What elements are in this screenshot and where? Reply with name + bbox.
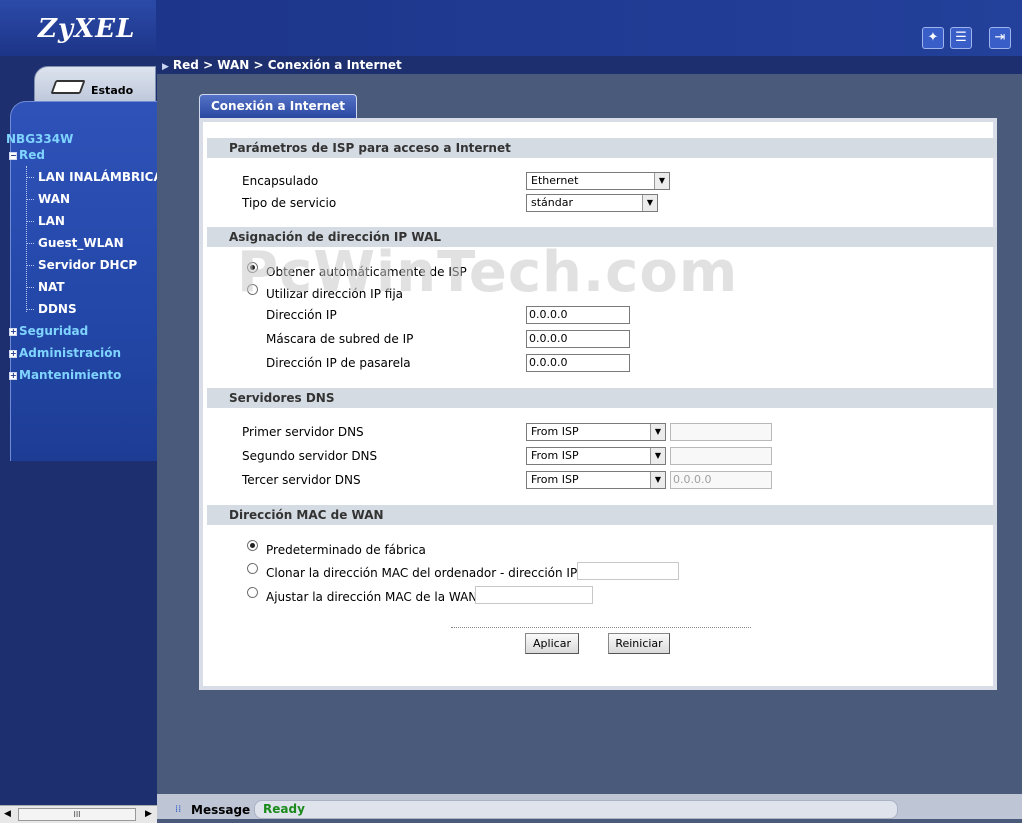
encap-value: Ethernet bbox=[531, 174, 579, 187]
top-toolbar-right: ⇥ bbox=[989, 27, 1011, 49]
status-tab-label: Estado bbox=[91, 84, 134, 97]
encap-label: Encapsulado bbox=[242, 174, 319, 188]
tree-branch bbox=[26, 265, 34, 266]
auto-ip-label: Obtener automáticamente de ISP bbox=[266, 265, 467, 279]
logout-icon[interactable]: ⇥ bbox=[989, 27, 1011, 49]
secondary-dns-select[interactable]: From ISP ▼ bbox=[526, 447, 666, 465]
sidebar-item-wan[interactable]: WAN bbox=[38, 192, 70, 206]
gateway-label: Dirección IP de pasarela bbox=[266, 356, 411, 370]
scroll-left-icon[interactable]: ◀ bbox=[4, 809, 11, 819]
mac-clone-ip-input[interactable] bbox=[577, 562, 679, 580]
mac-set-input[interactable] bbox=[475, 586, 593, 604]
message-field: Ready bbox=[254, 800, 898, 819]
tertiary-dns-mode: From ISP bbox=[531, 473, 579, 486]
notes-icon[interactable]: ☰ bbox=[950, 27, 972, 49]
primary-dns-mode: From ISP bbox=[531, 425, 579, 438]
tab-conexion-internet[interactable]: Conexión a Internet bbox=[199, 94, 357, 118]
mac-default-radio[interactable] bbox=[247, 540, 258, 551]
mac-clone-label: Clonar la dirección MAC del ordenador - … bbox=[266, 566, 578, 580]
secondary-dns-input[interactable] bbox=[670, 447, 772, 465]
secondary-dns-mode: From ISP bbox=[531, 449, 579, 462]
gateway-input[interactable]: 0.0.0.0 bbox=[526, 354, 630, 372]
chevron-down-icon: ▼ bbox=[650, 448, 665, 464]
mac-clone-radio[interactable] bbox=[247, 563, 258, 574]
sidebar-item-guest-wlan[interactable]: Guest_WLAN bbox=[38, 236, 124, 250]
tertiary-dns-select[interactable]: From ISP ▼ bbox=[526, 471, 666, 489]
tree-branch bbox=[26, 309, 34, 310]
service-label: Tipo de servicio bbox=[242, 196, 337, 210]
expand-icon[interactable]: + bbox=[9, 350, 17, 358]
auto-ip-radio[interactable] bbox=[247, 262, 258, 273]
divider bbox=[451, 627, 751, 628]
chevron-down-icon: ▼ bbox=[650, 472, 665, 488]
sidebar-item-dhcp[interactable]: Servidor DHCP bbox=[38, 258, 137, 272]
subnet-mask-label: Máscara de subred de IP bbox=[266, 332, 414, 346]
tree-line bbox=[26, 166, 27, 312]
tree-branch bbox=[26, 221, 34, 222]
message-status: Ready bbox=[263, 802, 305, 816]
section-dns: Servidores DNS bbox=[207, 388, 997, 408]
secondary-dns-label: Segundo servidor DNS bbox=[242, 449, 378, 463]
primary-dns-input[interactable] bbox=[670, 423, 772, 441]
subnet-mask-input[interactable]: 0.0.0.0 bbox=[526, 330, 630, 348]
tertiary-dns-input[interactable]: 0.0.0.0 bbox=[670, 471, 772, 489]
reset-button[interactable]: Reiniciar bbox=[608, 633, 670, 654]
chevron-down-icon: ▼ bbox=[650, 424, 665, 440]
scroll-right-icon[interactable]: ▶ bbox=[145, 809, 152, 819]
fixed-ip-label: Utilizar dirección IP fija bbox=[266, 287, 404, 301]
tree-branch bbox=[26, 177, 34, 178]
primary-dns-select[interactable]: From ISP ▼ bbox=[526, 423, 666, 441]
section-isp: Parámetros de ISP para acceso a Internet bbox=[207, 138, 997, 158]
service-value: stándar bbox=[531, 196, 574, 209]
sidebar-item-lan-inalambrica[interactable]: LAN INALÁMBRICA bbox=[38, 170, 157, 184]
apply-button[interactable]: Aplicar bbox=[525, 633, 579, 654]
message-bar: ⁞⁞ Message Ready bbox=[157, 790, 1022, 823]
breadcrumb-arrow-icon: ▶ bbox=[162, 62, 169, 72]
encap-select[interactable]: Ethernet ▼ bbox=[526, 172, 670, 190]
mac-set-label: Ajustar la dirección MAC de la WAN bbox=[266, 590, 478, 604]
chevron-down-icon: ▼ bbox=[642, 195, 657, 211]
mac-default-label: Predeterminado de fábrica bbox=[266, 543, 426, 557]
device-name: NBG334W bbox=[6, 132, 74, 146]
sidebar-item-administracion[interactable]: + Administración bbox=[9, 346, 121, 360]
tree-branch bbox=[26, 199, 34, 200]
tertiary-dns-label: Tercer servidor DNS bbox=[242, 473, 361, 487]
ip-address-input[interactable]: 0.0.0.0 bbox=[526, 306, 630, 324]
sidebar: Estado NBG334W − Red LAN INALÁMBRICA WAN … bbox=[0, 56, 157, 805]
top-banner: ZyXEL ✦ ☰ ⇥ bbox=[0, 0, 1022, 56]
mac-set-radio[interactable] bbox=[247, 587, 258, 598]
chevron-down-icon: ▼ bbox=[654, 173, 669, 189]
zyxel-logo: ZyXEL bbox=[38, 14, 136, 44]
primary-dns-label: Primer servidor DNS bbox=[242, 425, 364, 439]
router-icon bbox=[50, 80, 86, 94]
sidebar-item-nat[interactable]: NAT bbox=[38, 280, 65, 294]
content-panel: Parámetros de ISP para acceso a Internet… bbox=[199, 118, 997, 690]
message-label: Message bbox=[191, 803, 251, 817]
top-toolbar: ✦ ☰ bbox=[922, 27, 972, 49]
fixed-ip-radio[interactable] bbox=[247, 284, 258, 295]
sidebar-hscrollbar[interactable]: ◀ III ▶ bbox=[0, 805, 157, 823]
ip-address-label: Dirección IP bbox=[266, 308, 337, 322]
expand-icon[interactable]: + bbox=[9, 372, 17, 380]
collapse-icon[interactable]: − bbox=[9, 152, 17, 160]
service-select[interactable]: stándar ▼ bbox=[526, 194, 658, 212]
breadcrumb-text: Red > WAN > Conexión a Internet bbox=[172, 58, 402, 72]
sidebar-item-red[interactable]: − Red bbox=[9, 148, 45, 162]
tree-branch bbox=[26, 287, 34, 288]
message-bar-inner: ⁞⁞ Message Ready bbox=[157, 794, 1022, 819]
sidebar-item-seguridad[interactable]: + Seguridad bbox=[9, 324, 88, 338]
sidebar-item-mantenimiento[interactable]: + Mantenimiento bbox=[9, 368, 121, 382]
wizard-icon[interactable]: ✦ bbox=[922, 27, 944, 49]
scroll-thumb[interactable]: III bbox=[18, 808, 136, 821]
tree-branch bbox=[26, 243, 34, 244]
section-mac: Dirección MAC de WAN bbox=[207, 505, 997, 525]
breadcrumb: ▶ Red > WAN > Conexión a Internet bbox=[156, 56, 1022, 74]
grip-icon: ⁞⁞ bbox=[175, 804, 182, 815]
expand-icon[interactable]: + bbox=[9, 328, 17, 336]
section-ip: Asignación de dirección IP WAL bbox=[207, 227, 997, 247]
sidebar-item-lan[interactable]: LAN bbox=[38, 214, 65, 228]
sidebar-item-ddns[interactable]: DDNS bbox=[38, 302, 77, 316]
